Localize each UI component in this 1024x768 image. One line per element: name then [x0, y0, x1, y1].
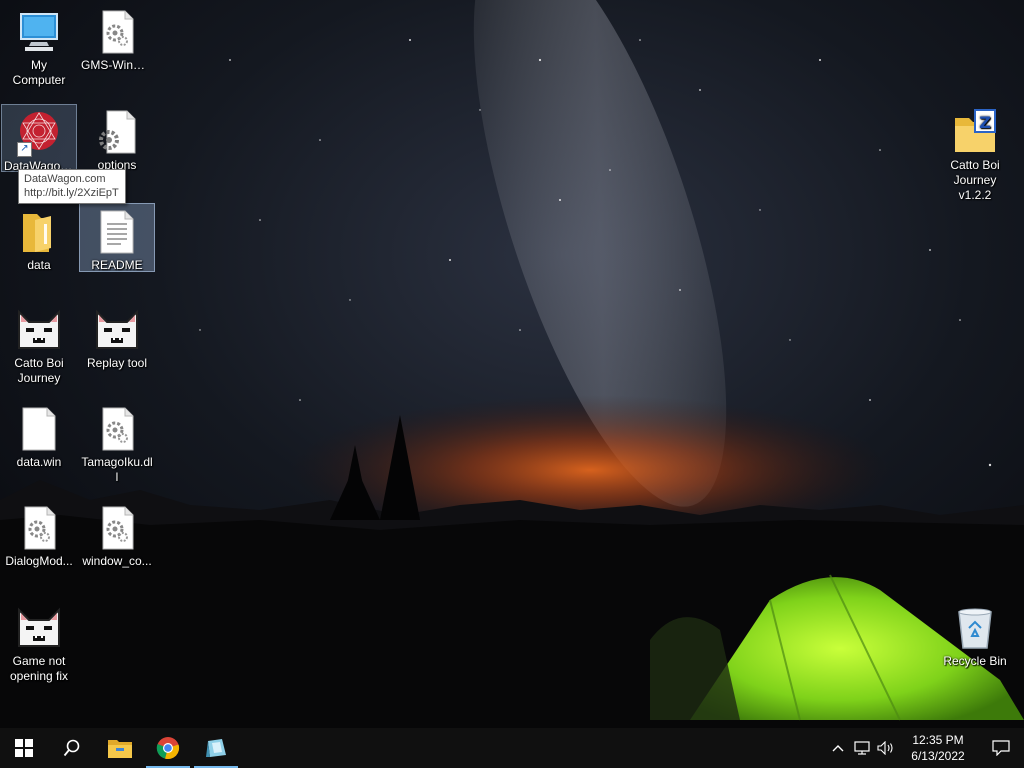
desktop-icon-data-win[interactable]: data.win	[1, 401, 77, 470]
icon-label: My Computer	[12, 58, 66, 87]
recycle-bin-icon	[951, 604, 999, 652]
desktop-icon-options[interactable]: options	[79, 104, 155, 173]
icon-label: README	[91, 258, 143, 272]
desktop-icon-datawagon[interactable]: ↗ DataWagon...	[1, 104, 77, 173]
taskbar: 12:35 PM 6/13/2022	[0, 728, 1024, 768]
icon-label: Recycle Bin	[943, 654, 1007, 668]
search-button[interactable]	[48, 728, 96, 768]
desktop-icon-readme[interactable]: README	[79, 203, 155, 272]
blank-file-icon	[15, 405, 63, 453]
desktop-icon-tamagoiku-dll[interactable]: TamagoIku.dll	[79, 401, 155, 485]
icon-label: window_co...	[82, 554, 152, 568]
cat-icon	[93, 306, 141, 354]
desktop-icon-dialogmod[interactable]: DialogMod...	[1, 500, 77, 569]
icon-label: Replay tool	[86, 356, 148, 370]
icon-label: Game not opening fix	[9, 654, 69, 683]
desktop-icon-catto-boi-journey[interactable]: Catto Boi Journey	[1, 302, 77, 386]
shortcut-arrow-icon: ↗	[17, 142, 32, 157]
icon-label: Catto Boi Journey	[14, 356, 64, 385]
windows-start-icon	[15, 739, 33, 757]
system-tray: 12:35 PM 6/13/2022	[826, 728, 1024, 768]
chrome-icon	[156, 737, 180, 760]
file-explorer-button[interactable]	[96, 728, 144, 768]
text-file-icon	[93, 208, 141, 256]
network-button[interactable]	[850, 728, 874, 768]
folder-icon	[15, 208, 63, 256]
notification-center-button[interactable]	[978, 728, 1024, 768]
desktop: My Computer GMS-WinDe... ↗ DataWagon... …	[0, 0, 1024, 728]
icon-label: data	[27, 258, 51, 272]
icon-label: Catto Boi Journey v1.2.2	[950, 158, 1000, 202]
app-icon	[206, 739, 226, 757]
icon-label: TamagoIku.dll	[81, 455, 153, 484]
search-icon	[63, 739, 80, 757]
icon-label: DialogMod...	[5, 554, 73, 568]
icon-label: GMS-WinDe...	[81, 58, 155, 72]
volume-button[interactable]	[874, 728, 898, 768]
tooltip-url: http://bit.ly/2XziEpT	[24, 187, 119, 199]
volume-icon	[877, 741, 893, 755]
clock-date: 6/13/2022	[911, 749, 965, 763]
desktop-icon-gms-windev[interactable]: GMS-WinDe...	[79, 4, 155, 73]
settings-file-icon	[93, 504, 141, 552]
icon-label: data.win	[16, 455, 62, 469]
app-button[interactable]	[192, 728, 240, 768]
chevron-up-icon	[832, 745, 844, 752]
clock-time: 12:35 PM	[912, 733, 964, 747]
datawagon-shortcut-icon: ↗	[15, 109, 63, 157]
computer-icon	[15, 8, 63, 56]
desktop-icon-window-co[interactable]: window_co...	[79, 500, 155, 569]
desktop-icon-replay-tool[interactable]: Replay tool	[79, 302, 155, 371]
network-icon	[854, 741, 870, 755]
cat-icon	[15, 604, 63, 652]
desktop-icon-recycle-bin[interactable]: Recycle Bin	[937, 600, 1013, 669]
svg-text:Z: Z	[979, 113, 991, 132]
desktop-icon-data-folder[interactable]: data	[1, 204, 77, 273]
settings-file-icon	[15, 504, 63, 552]
zip-folder-icon: Z	[951, 108, 999, 156]
tooltip-title: DataWagon.com	[24, 173, 106, 185]
notification-icon	[992, 740, 1010, 756]
cat-icon	[15, 306, 63, 354]
desktop-icon-game-not-opening-fix[interactable]: Game not opening fix	[1, 600, 77, 684]
settings-file-icon	[93, 405, 141, 453]
tooltip: DataWagon.com http://bit.ly/2XziEpT	[18, 169, 126, 204]
settings-file-icon	[93, 108, 141, 156]
desktop-icon-my-computer[interactable]: My Computer	[1, 4, 77, 88]
start-button[interactable]	[0, 728, 48, 768]
chrome-button[interactable]	[144, 728, 192, 768]
file-explorer-icon	[108, 740, 132, 758]
desktop-icon-catto-boi-journey-zip[interactable]: Z Catto Boi Journey v1.2.2	[937, 104, 1013, 203]
show-hidden-icons-button[interactable]	[826, 728, 850, 768]
clock[interactable]: 12:35 PM 6/13/2022	[898, 728, 978, 768]
settings-file-icon	[93, 8, 141, 56]
